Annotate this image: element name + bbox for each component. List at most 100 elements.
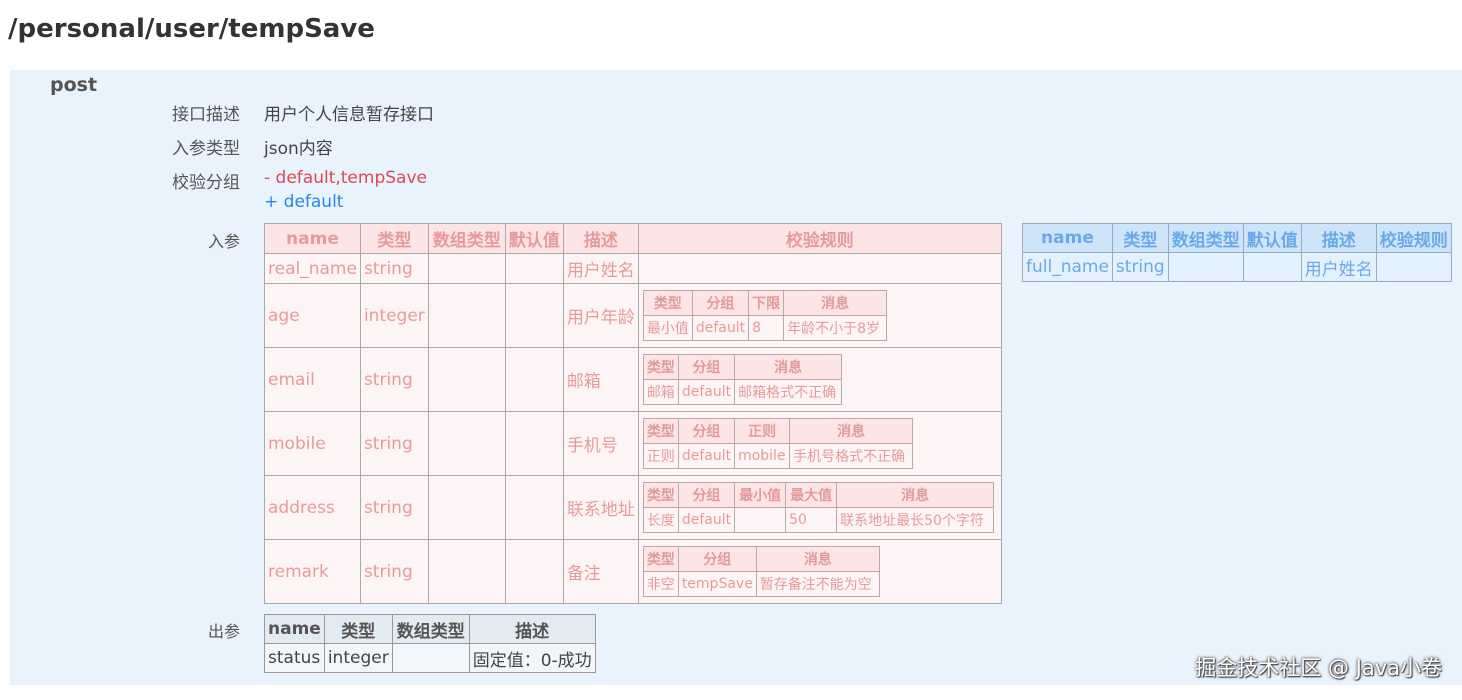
- rule-type: 正则: [642, 443, 679, 469]
- col-default: 默认值: [504, 223, 564, 254]
- col-name: name: [1022, 223, 1113, 253]
- param-type: string: [359, 539, 429, 604]
- col-type: 类型: [359, 223, 429, 254]
- table-row: remark string 备注 类型 分组 消息 非空 tempSave 暂存…: [264, 539, 1002, 604]
- rule-table: 类型 分组 最小值 最大值 消息 长度 default 50 联系地址最长50个…: [642, 482, 995, 533]
- rule-col-regex: 正则: [734, 418, 791, 444]
- rule-table: 类型 分组 正则 消息 正则 default mobile 手机号格式不正确: [642, 418, 914, 469]
- col-rules: 校验规则: [1375, 223, 1452, 253]
- param-type: string: [359, 253, 429, 284]
- rule-col-group: 分组: [677, 354, 736, 380]
- param-default: [504, 475, 564, 540]
- rule-col-type: 类型: [642, 418, 679, 444]
- desc-label: 接口描述: [172, 105, 240, 125]
- rule-message: 手机号格式不正确: [789, 443, 914, 469]
- rule-col-min: 最小值: [734, 482, 787, 508]
- rule-table: 类型 分组 消息 邮箱 default 邮箱格式不正确: [642, 354, 843, 405]
- param-array-type: [427, 347, 506, 412]
- col-desc: 描述: [1300, 223, 1377, 253]
- rule-min: [734, 507, 787, 533]
- param-type: string: [359, 411, 429, 476]
- param-desc: 固定值：0-成功: [468, 643, 596, 673]
- param-type: integer: [323, 643, 393, 673]
- rule-type: 邮箱: [642, 379, 679, 405]
- rule-group: tempSave: [677, 571, 757, 597]
- rule-group: default: [677, 379, 736, 405]
- col-array-type: 数组类型: [391, 614, 470, 644]
- param-rules: 类型 分组 下限 消息 最小值 default 8 年龄不小于8岁: [637, 283, 1002, 348]
- param-desc: 用户年龄: [562, 283, 639, 348]
- rule-regex: mobile: [734, 443, 791, 469]
- rule-col-type: 类型: [642, 546, 679, 572]
- rule-table: 类型 分组 消息 非空 tempSave 暂存备注不能为空: [642, 546, 880, 597]
- rule-group: default: [691, 315, 750, 341]
- output-params-table: name 类型 数组类型 描述 status integer 固定值：0-成功: [264, 614, 596, 673]
- col-desc: 描述: [562, 223, 639, 254]
- col-rules: 校验规则: [637, 223, 1002, 254]
- param-desc: 手机号: [562, 411, 639, 476]
- param-type: string: [359, 347, 429, 412]
- param-type: integer: [359, 283, 429, 348]
- col-name: name: [264, 614, 325, 644]
- param-name: status: [264, 643, 325, 673]
- rule-col-group: 分组: [677, 546, 757, 572]
- rule-group: default: [677, 443, 736, 469]
- param-array-type: [1167, 252, 1244, 282]
- rule-col-message: 消息: [734, 354, 843, 380]
- col-array-type: 数组类型: [427, 223, 506, 254]
- input-params-table-added: name 类型 数组类型 默认值 描述 校验规则 full_name strin…: [1022, 223, 1452, 282]
- rule-col-min: 下限: [748, 290, 785, 316]
- rule-col-group: 分组: [677, 482, 736, 508]
- param-name: real_name: [264, 253, 361, 284]
- param-default: [504, 283, 564, 348]
- rule-type: 非空: [642, 571, 679, 597]
- rule-col-message: 消息: [755, 546, 880, 572]
- output-params-label: 出参: [207, 622, 240, 641]
- param-rules: 类型 分组 消息 非空 tempSave 暂存备注不能为空: [637, 539, 1002, 604]
- param-type: string: [1111, 252, 1169, 282]
- input-type-label: 入参类型: [172, 139, 240, 159]
- param-name: age: [264, 283, 361, 348]
- table-row: mobile string 手机号 类型 分组 正则 消息 正则 default: [264, 411, 1002, 476]
- rule-group: default: [677, 507, 736, 533]
- input-type-value: json内容: [264, 139, 333, 159]
- param-default: [504, 411, 564, 476]
- rule-col-message: 消息: [783, 290, 888, 316]
- validation-group-label: 校验分组: [172, 173, 240, 193]
- rule-col-type: 类型: [642, 354, 679, 380]
- rule-type: 最小值: [642, 315, 693, 341]
- col-desc: 描述: [468, 614, 596, 644]
- param-default: [504, 539, 564, 604]
- rule-message: 邮箱格式不正确: [734, 379, 843, 405]
- table-row: email string 邮箱 类型 分组 消息 邮箱 default 邮箱格式…: [264, 347, 1002, 412]
- validation-group-removed: - default,tempSave: [264, 168, 427, 188]
- api-method-panel: post 接口描述 用户个人信息暂存接口 入参类型 json内容 校验分组 - …: [10, 70, 1462, 685]
- param-desc: 联系地址: [562, 475, 639, 540]
- rule-col-type: 类型: [642, 290, 693, 316]
- param-rules: [1375, 252, 1452, 282]
- rule-col-group: 分组: [691, 290, 750, 316]
- param-desc: 邮箱: [562, 347, 639, 412]
- rule-col-type: 类型: [642, 482, 679, 508]
- param-default: [504, 347, 564, 412]
- rule-col-message: 消息: [836, 482, 995, 508]
- col-type: 类型: [1111, 223, 1169, 253]
- col-name: name: [264, 223, 361, 254]
- rule-message: 年龄不小于8岁: [783, 315, 888, 341]
- rule-table: 类型 分组 下限 消息 最小值 default 8 年龄不小于8岁: [642, 290, 888, 341]
- table-row: status integer 固定值：0-成功: [264, 643, 596, 673]
- param-array-type: [427, 475, 506, 540]
- rule-type: 长度: [642, 507, 679, 533]
- rule-message: 暂存备注不能为空: [755, 571, 880, 597]
- param-array-type: [427, 411, 506, 476]
- table-row: age integer 用户年龄 类型 分组 下限 消息 最小值 default: [264, 283, 1002, 348]
- rule-min: 8: [748, 315, 785, 341]
- rule-col-message: 消息: [789, 418, 914, 444]
- param-default: [1242, 252, 1302, 282]
- param-array-type: [427, 283, 506, 348]
- param-desc: 用户姓名: [1300, 252, 1377, 282]
- param-name: address: [264, 475, 361, 540]
- table-row: real_name string 用户姓名: [264, 253, 1002, 284]
- api-path-title: /personal/user/tempSave: [8, 14, 375, 44]
- input-params-label: 入参: [207, 232, 240, 251]
